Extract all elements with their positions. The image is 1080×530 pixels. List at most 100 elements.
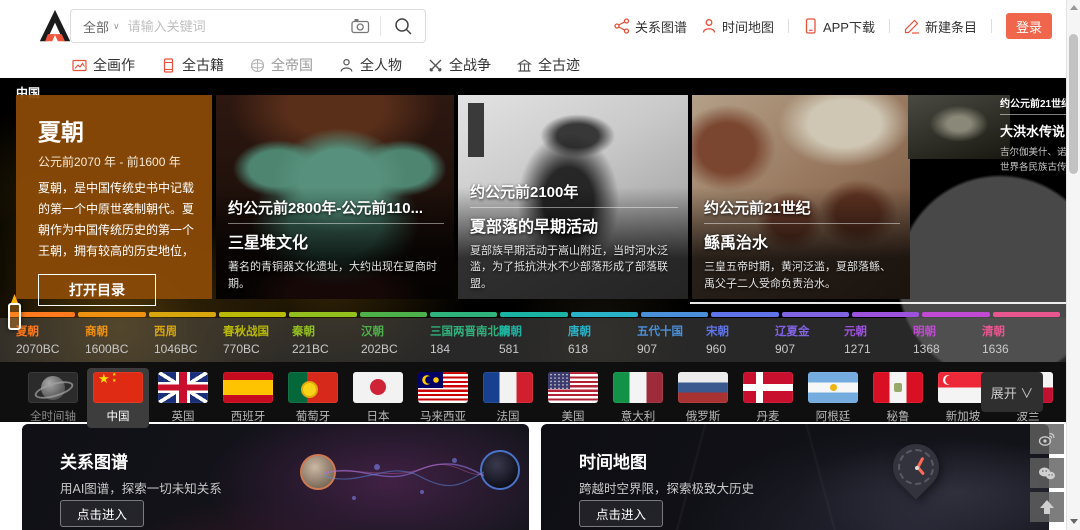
country-item-pe[interactable]: 秘鲁	[867, 368, 929, 428]
timeline-era[interactable]: 元朝 1271	[844, 323, 913, 356]
country-item-globe[interactable]: 全时间轴	[22, 368, 84, 428]
scrollbar-thumb[interactable]	[1069, 34, 1078, 174]
country-label: 葡萄牙	[295, 411, 331, 423]
event-card-flood-legend[interactable]: 约公元前21世纪 大洪水传说 吉尔伽美什、诺亚方 世界各民族古传说中	[1000, 95, 1066, 175]
category-paintings[interactable]: 全画作	[72, 55, 135, 75]
open-catalog-button[interactable]: 打开目录	[38, 274, 156, 306]
flag-pt	[288, 372, 338, 403]
search-category-dropdown[interactable]: 全部	[71, 17, 113, 36]
scrollbar-up-arrow[interactable]	[1070, 5, 1078, 10]
back-to-top-button[interactable]	[1030, 492, 1064, 522]
timeline-era[interactable]: 清朝 1636	[982, 323, 1051, 356]
country-item-dk[interactable]: 丹麦	[737, 368, 799, 428]
timeline-era[interactable]: 唐朝 618	[568, 323, 637, 356]
timeline-segment[interactable]	[992, 312, 1060, 317]
event-card-sanxingdui[interactable]: 约公元前2800年-公元前110... 三星堆文化 著名的青铜器文化遗址，大约出…	[216, 95, 454, 299]
header: 全部 ∨ 关系图谱 时间地图 APP下载	[0, 0, 1080, 52]
feature-card-xia-dynasty[interactable]: 夏朝 公元前2070 年 - 前1600 年 夏朝，是中国传统史书中记载的第一个…	[16, 95, 212, 306]
promo-card-relation-graph[interactable]: 关系图谱 用AI图谱，探索一切未知关系 点击进入	[22, 424, 529, 530]
country-item-jp[interactable]: 日本	[347, 368, 409, 428]
category-ancient-books[interactable]: 全古籍	[161, 55, 224, 75]
country-item-my[interactable]: 马来西亚	[412, 368, 474, 428]
nav-label: APP下载	[822, 19, 875, 35]
country-item-gb[interactable]: 英国	[152, 368, 214, 428]
category-wars[interactable]: 全战争	[428, 55, 491, 75]
timeline-segment[interactable]	[711, 312, 779, 317]
timeline-segment[interactable]	[640, 312, 709, 317]
timeline-segment[interactable]	[78, 312, 146, 317]
promo-title: 关系图谱	[60, 453, 128, 472]
allhistory-logo[interactable]	[36, 7, 74, 45]
timeline-era[interactable]: 五代十国 907	[637, 323, 706, 356]
timeline-era[interactable]: 汉朝 202BC	[361, 323, 430, 356]
era-name: 春秋战国	[223, 326, 269, 338]
promo-card-time-map[interactable]: 时间地图 跨越时空界限，探索极致大历史 点击进入	[541, 424, 1049, 530]
enter-time-map-button[interactable]: 点击进入	[579, 500, 664, 527]
scrollbar-down-arrow[interactable]	[1070, 519, 1078, 524]
country-item-es[interactable]: 西班牙	[217, 368, 279, 428]
book-icon	[163, 57, 174, 73]
timeline-segment[interactable]	[218, 312, 287, 317]
timeline-era[interactable]: 辽夏金 907	[775, 323, 844, 356]
country-label: 秘鲁	[886, 411, 910, 423]
expand-button[interactable]: 展开 ∨	[981, 372, 1043, 412]
event-card-flood-control[interactable]: 约公元前21世纪 鲧禹治水 三皇五帝时期，黄河泛滥，夏部落鲧、禹父子二人受命负责…	[692, 95, 910, 299]
timeline-era[interactable]: 西周 1046BC	[154, 323, 223, 356]
country-item-ar[interactable]: 阿根廷	[802, 368, 864, 428]
card-title: 鲧禹治水	[704, 235, 769, 252]
nav-time-map[interactable]: 时间地图	[701, 17, 774, 36]
wechat-share-button[interactable]	[1030, 458, 1064, 488]
timeline-era[interactable]: 明朝 1368	[913, 323, 982, 356]
flood-legend-thumbnail[interactable]	[908, 95, 1010, 159]
timeline-era[interactable]: 春秋战国 770BC	[223, 323, 292, 356]
search-input[interactable]	[127, 18, 341, 34]
timeline-era[interactable]: 商朝 1600BC	[85, 323, 154, 356]
card-description: 夏部族早期活动于嵩山附近，当时河水泛滥，为了抵抗洪水不少部落形成了部落联盟。	[470, 244, 668, 290]
timeline-segment[interactable]	[148, 312, 216, 317]
category-relics[interactable]: 全古迹	[517, 55, 580, 75]
search-icon[interactable]	[381, 17, 425, 35]
timeline-segment[interactable]	[851, 312, 920, 317]
timeline-segment[interactable]	[359, 312, 427, 317]
country-item-ru[interactable]: 俄罗斯	[672, 368, 734, 428]
country-item-us[interactable]: 美国	[542, 368, 604, 428]
desc-line: 世界各民族古传说中	[1000, 162, 1066, 174]
nav-new-entry[interactable]: 新建条目	[904, 17, 977, 36]
timeline-segment[interactable]	[289, 312, 357, 317]
timeline-eras: 夏朝 2070BC 商朝 1600BC 西周 1046BC 春秋战国 770BC 秦朝 221BC…	[16, 323, 1051, 356]
enter-relation-graph-button[interactable]: 点击进入	[60, 500, 145, 527]
timeline-era[interactable]: 宋朝 960	[706, 323, 775, 356]
country-item-pt[interactable]: 葡萄牙	[282, 368, 344, 428]
nav-divider	[787, 19, 789, 33]
camera-search-icon[interactable]	[341, 18, 380, 34]
card-text: 约公元前2800年-公元前110... 三星堆文化 著名的青铜器文化遗址，大约出…	[228, 197, 444, 292]
weibo-share-button[interactable]	[1030, 424, 1064, 454]
nav-relation-graph[interactable]: 关系图谱	[614, 17, 687, 36]
monument-icon	[517, 58, 532, 72]
nav-divider	[991, 19, 992, 33]
country-item-it[interactable]: 意大利	[607, 368, 669, 428]
timeline-segment[interactable]	[922, 312, 990, 317]
timeline-era[interactable]: 隋朝 581	[499, 323, 568, 356]
timeline-segment[interactable]	[570, 312, 638, 317]
timeline-segment[interactable]	[429, 312, 498, 317]
category-people[interactable]: 全人物	[339, 55, 402, 75]
event-card-xia-tribe[interactable]: 约公元前2100年 夏部落的早期活动 夏部族早期活动于嵩山附近，当时河水泛滥，为…	[458, 95, 688, 299]
timeline-slider-handle[interactable]	[8, 303, 21, 330]
map-pin-person-icon	[702, 19, 716, 33]
timeline-segment[interactable]	[781, 312, 849, 317]
country-item-fr[interactable]: 法国	[477, 368, 539, 428]
era-year: 960	[706, 342, 727, 356]
timeline-era[interactable]: 三国两晋南北朝 184	[430, 323, 511, 356]
chevron-down-icon[interactable]: ∨	[113, 21, 120, 32]
timeline-era[interactable]: 夏朝 2070BC	[16, 323, 85, 356]
countries-list: 全时间轴 中国 英国 西班牙 葡萄牙 日本 马来西亚 法国 美国 意大利 俄罗斯 丹麦 阿根廷 秘鲁 新加坡…	[22, 368, 1059, 428]
login-button[interactable]: 登录	[1006, 13, 1052, 39]
timeline-segment[interactable]	[500, 312, 568, 317]
country-label: 法国	[496, 411, 520, 423]
nav-app-download[interactable]: APP下载	[803, 17, 875, 36]
page-scrollbar[interactable]	[1066, 0, 1080, 530]
category-empires[interactable]: 全帝国	[250, 55, 313, 75]
country-item-cn[interactable]: 中国	[87, 368, 149, 428]
timeline-era[interactable]: 秦朝 221BC	[292, 323, 361, 356]
